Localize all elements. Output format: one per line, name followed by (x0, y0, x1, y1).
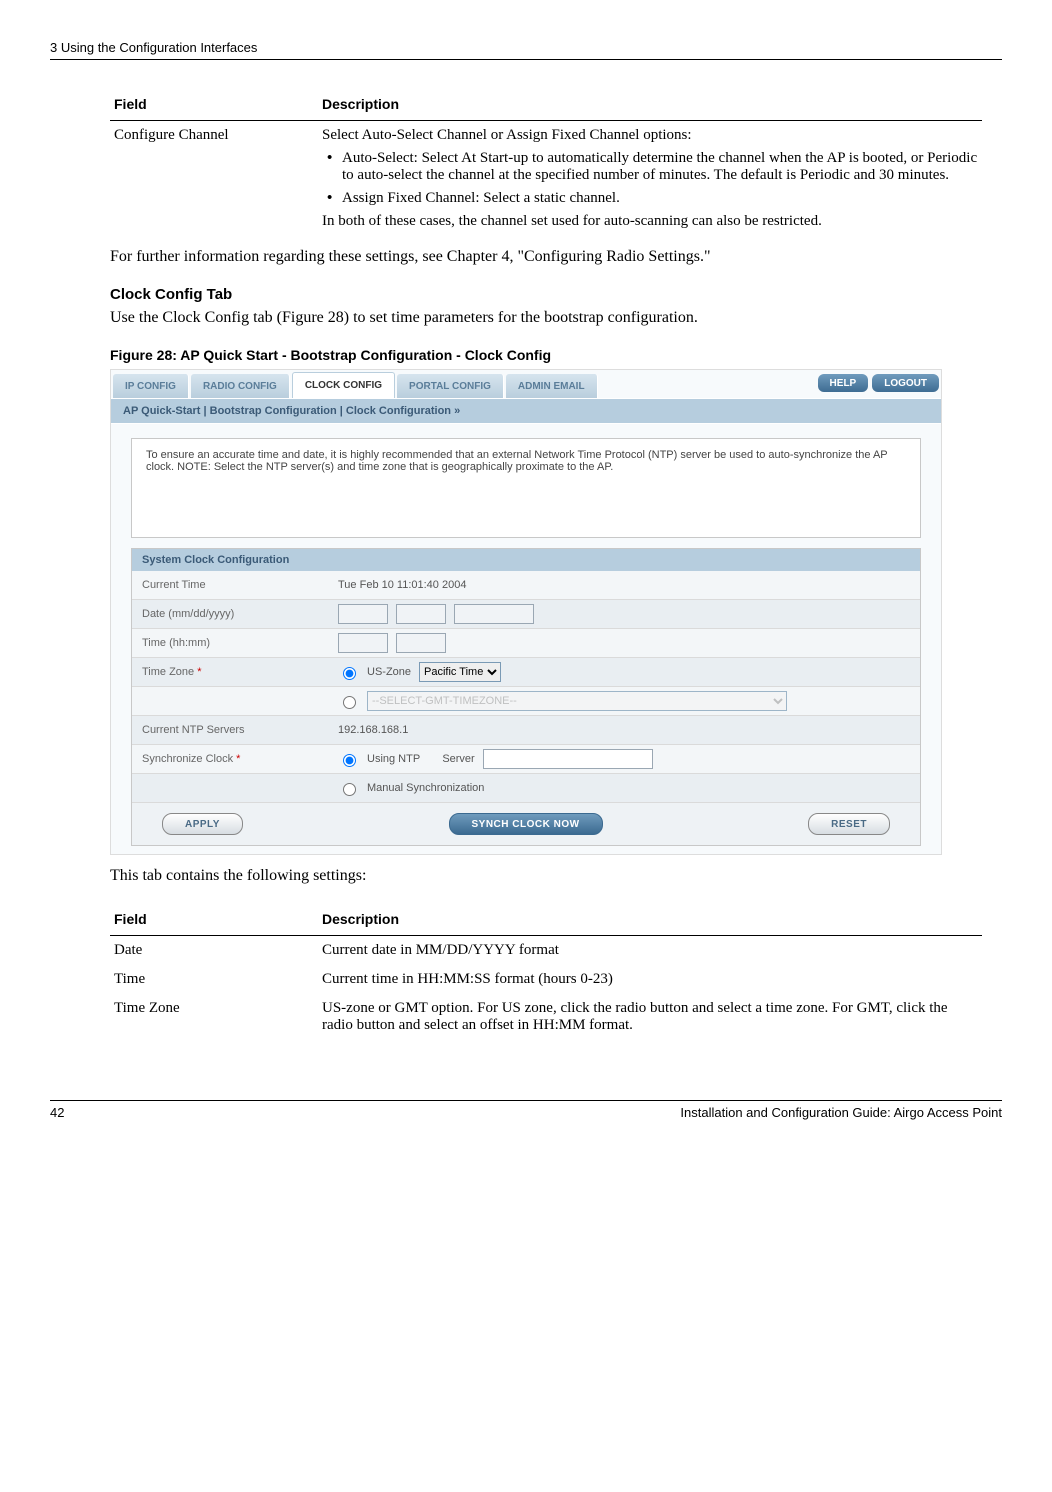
desc-outro: In both of these cases, the channel set … (322, 213, 978, 230)
select-us-zone[interactable]: Pacific Time (419, 662, 501, 682)
label-sync-text: Synchronize Clock (142, 753, 233, 765)
tab-radio-config[interactable]: RADIO CONFIG (191, 374, 290, 398)
date-yyyy-input[interactable] (454, 604, 534, 624)
row-timezone: Time Zone * US-Zone Pacific Time (132, 658, 920, 687)
info-box: To ensure an accurate time and date, it … (131, 438, 921, 538)
tabs-spacer (598, 370, 816, 398)
row-time: Time (hh:mm) (132, 629, 920, 658)
logout-button[interactable]: LOGOUT (872, 374, 939, 392)
value-timezone: US-Zone Pacific Time (332, 659, 920, 685)
row-sync-clock: Synchronize Clock * Using NTP Server (132, 745, 920, 774)
value-current-time: Tue Feb 10 11:01:40 2004 (332, 576, 920, 594)
desc-cell: Current time in HH:MM:SS format (hours 0… (318, 965, 982, 994)
label-timezone-text: Time Zone (142, 666, 194, 678)
desc-cell: Current date in MM/DD/YYYY format (318, 936, 982, 965)
radio-gmt-zone[interactable] (343, 696, 356, 709)
table-row: Configure Channel Select Auto-Select Cha… (110, 121, 982, 236)
page-header: 3 Using the Configuration Interfaces (50, 40, 1002, 60)
desc-intro: Select Auto-Select Channel or Assign Fix… (322, 127, 978, 144)
radio-us-zone[interactable] (343, 667, 356, 680)
value-ntp-servers: 192.168.168.1 (332, 721, 920, 739)
figure-caption: Figure 28: AP Quick Start - Bootstrap Co… (110, 347, 1002, 363)
table-header-row: Field Description (110, 905, 982, 933)
page-footer: 42 Installation and Configuration Guide:… (50, 1100, 1002, 1120)
row-current-time: Current Time Tue Feb 10 11:01:40 2004 (132, 571, 920, 600)
field-cell: Date (110, 936, 318, 965)
using-ntp-label: Using NTP (367, 753, 420, 765)
value-gmt: --SELECT-GMT-TIMEZONE-- (332, 688, 920, 714)
screenshot-clock-config: IP CONFIG RADIO CONFIG CLOCK CONFIG PORT… (110, 369, 942, 855)
table-header-row: Field Description (110, 90, 982, 118)
row-manual-sync: Manual Synchronization (132, 774, 920, 803)
radio-manual-sync[interactable] (343, 783, 356, 796)
action-row: APPLY SYNCH CLOCK NOW RESET (132, 803, 920, 845)
label-gmt-empty (132, 697, 332, 705)
col-header-field: Field (110, 905, 318, 933)
value-time (332, 630, 920, 656)
required-asterisk: * (236, 753, 240, 765)
section-heading: Clock Config Tab (110, 286, 1002, 303)
col-header-desc: Description (318, 90, 982, 118)
table-row: Time Zone US-zone or GMT option. For US … (110, 994, 982, 1040)
row-ntp-servers: Current NTP Servers 192.168.168.1 (132, 716, 920, 745)
us-zone-label: US-Zone (367, 666, 411, 678)
tab-ip-config[interactable]: IP CONFIG (113, 374, 189, 398)
desc-cell: Select Auto-Select Channel or Assign Fix… (318, 121, 982, 236)
settings-title: System Clock Configuration (132, 549, 920, 571)
table-row: Time Current time in HH:MM:SS format (ho… (110, 965, 982, 994)
desc-cell: US-zone or GMT option. For US zone, clic… (318, 994, 982, 1040)
bullet-item: Assign Fixed Channel: Select a static ch… (342, 190, 978, 207)
label-manual-empty (132, 784, 332, 792)
col-header-desc: Description (318, 905, 982, 933)
apply-button[interactable]: APPLY (162, 813, 243, 835)
label-date: Date (mm/dd/yyyy) (132, 604, 332, 624)
tab-admin-email[interactable]: ADMIN EMAIL (506, 374, 598, 398)
value-manual-sync: Manual Synchronization (332, 777, 920, 799)
radio-using-ntp[interactable] (343, 754, 356, 767)
manual-sync-label: Manual Synchronization (367, 782, 484, 794)
page-number: 42 (50, 1105, 64, 1120)
field-table-1: Field Description Configure Channel Sele… (110, 90, 982, 236)
server-label: Server (442, 753, 474, 765)
paragraph: Use the Clock Config tab (Figure 28) to … (110, 309, 1002, 327)
select-gmt-zone[interactable]: --SELECT-GMT-TIMEZONE-- (367, 691, 787, 711)
row-gmt: --SELECT-GMT-TIMEZONE-- (132, 687, 920, 716)
breadcrumb: AP Quick-Start | Bootstrap Configuration… (111, 398, 941, 424)
field-cell: Time Zone (110, 994, 318, 1040)
field-cell: Configure Channel (110, 121, 318, 236)
field-table-2-wrapper: Field Description Date Current date in M… (110, 905, 982, 1040)
help-button[interactable]: HELP (818, 374, 869, 392)
label-time: Time (hh:mm) (132, 633, 332, 653)
sync-clock-now-button[interactable]: SYNCH CLOCK NOW (449, 813, 603, 835)
ntp-server-input[interactable] (483, 749, 653, 769)
field-cell: Time (110, 965, 318, 994)
value-date (332, 601, 920, 627)
paragraph: This tab contains the following settings… (110, 867, 1002, 885)
time-mm-input[interactable] (396, 633, 446, 653)
field-table-1-wrapper: Field Description Configure Channel Sele… (110, 90, 982, 236)
tabs-row: IP CONFIG RADIO CONFIG CLOCK CONFIG PORT… (111, 370, 941, 398)
time-hh-input[interactable] (338, 633, 388, 653)
col-header-field: Field (110, 90, 318, 118)
reset-button[interactable]: RESET (808, 813, 890, 835)
label-timezone: Time Zone * (132, 662, 332, 682)
settings-box: System Clock Configuration Current Time … (131, 548, 921, 846)
paragraph: For further information regarding these … (110, 248, 1002, 266)
table-row: Date Current date in MM/DD/YYYY format (110, 936, 982, 965)
footer-title: Installation and Configuration Guide: Ai… (680, 1105, 1002, 1120)
label-sync-clock: Synchronize Clock * (132, 749, 332, 769)
chapter-label: 3 Using the Configuration Interfaces (50, 40, 257, 55)
value-sync-clock: Using NTP Server (332, 746, 920, 772)
date-dd-input[interactable] (396, 604, 446, 624)
tab-portal-config[interactable]: PORTAL CONFIG (397, 374, 504, 398)
tab-clock-config[interactable]: CLOCK CONFIG (292, 372, 395, 398)
row-date: Date (mm/dd/yyyy) (132, 600, 920, 629)
label-current-time: Current Time (132, 575, 332, 595)
desc-bullets: Auto-Select: Select At Start-up to autom… (322, 150, 978, 207)
bullet-item: Auto-Select: Select At Start-up to autom… (342, 150, 978, 184)
label-ntp-servers: Current NTP Servers (132, 720, 332, 740)
field-table-2: Field Description Date Current date in M… (110, 905, 982, 1040)
date-mm-input[interactable] (338, 604, 388, 624)
required-asterisk: * (197, 666, 201, 678)
